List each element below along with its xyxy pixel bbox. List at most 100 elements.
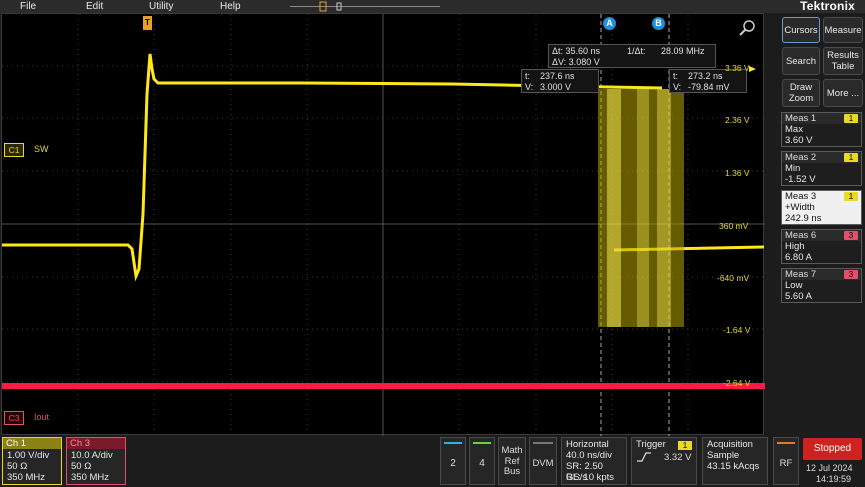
level-label: -1.64 V — [723, 325, 751, 335]
meas-source-badge: 1 — [844, 114, 858, 123]
level-label: -640 mV — [717, 273, 750, 283]
measure-button[interactable]: Measure — [823, 17, 863, 43]
cursors-button[interactable]: Cursors — [782, 17, 820, 43]
level-label: 2.36 V — [725, 115, 750, 125]
cursor-a-t-value: 237.6 ns — [540, 71, 575, 81]
trigger-source-badge: 1 — [678, 441, 692, 450]
meas-type: Min — [785, 163, 801, 174]
cursor-b-t-label: t: — [673, 71, 679, 81]
menu-utility[interactable]: Utility — [149, 0, 173, 13]
inv-delta-t-label: 1/Δt: — [627, 46, 646, 56]
math-ref-bus-button[interactable]: Math Ref Bus — [498, 437, 526, 485]
dvm-label: DVM — [532, 458, 554, 469]
cursor-a-badge[interactable]: A — [603, 17, 616, 30]
meas-value: 5.60 A — [785, 291, 812, 302]
time-display: 14:19:59 — [816, 474, 852, 484]
ch3-termination: 50 Ω — [71, 461, 92, 472]
horizontal-scale: 40.0 ns/div — [566, 450, 612, 461]
record-length: RL: 10 kpts — [566, 472, 615, 483]
acquisition-count: 43.15 kAcqs — [707, 461, 760, 472]
ch3-trace — [2, 383, 765, 389]
acquisition-badge[interactable]: Acquisition Sample 43.15 kAcqs — [702, 437, 768, 485]
cursor-a-readout: t: 237.6 ns V: 3.000 V — [521, 69, 599, 93]
meas-type: High — [785, 241, 805, 252]
delta-v-value: ΔV: 3.080 V — [552, 56, 600, 67]
meas-2-badge[interactable]: Meas 2 1 Min -1.52 V — [781, 151, 862, 186]
ch1-bandwidth: 350 MHz — [7, 472, 46, 483]
acquisition-mode: Sample — [707, 450, 740, 461]
trigger-badge[interactable]: Trigger 1 3.32 V — [631, 437, 697, 485]
ch1-badge-title: Ch 1 — [3, 438, 61, 449]
cursor-b-v-value: -79.84 mV — [688, 81, 730, 92]
level-label: 3.36 V — [725, 63, 750, 73]
ch3-ground-tag[interactable]: C3 — [4, 411, 24, 425]
meas-value: 6.80 A — [785, 252, 812, 263]
meas-7-badge[interactable]: Meas 7 3 Low 5.60 A — [781, 268, 862, 303]
horizontal-badge[interactable]: Horizontal 40.0 ns/div SR: 2.50 GS/s RL:… — [561, 437, 627, 485]
run-stop-button[interactable]: Stopped — [803, 438, 862, 460]
meas-3-badge[interactable]: Meas 3 1 +Width 242.9 ns — [781, 190, 862, 225]
ch1-termination: 50 Ω — [7, 461, 28, 472]
results-table-button[interactable]: Results Table — [823, 47, 863, 75]
ch3-badge-title: Ch 3 — [67, 438, 125, 449]
ch1-scale: 1.00 V/div — [7, 450, 50, 461]
meas-1-badge[interactable]: Meas 1 1 Max 3.60 V — [781, 112, 862, 147]
ch1-badge[interactable]: Ch 1 1.00 V/div 50 Ω 350 MHz — [2, 437, 62, 485]
level-label: -2.64 V — [723, 378, 751, 388]
dvm-button[interactable]: DVM — [529, 437, 557, 485]
meas-6-badge[interactable]: Meas 6 3 High 6.80 A — [781, 229, 862, 264]
level-label: 1.36 V — [725, 168, 750, 178]
meas-value: -1.52 V — [785, 174, 816, 185]
ch4-button[interactable]: 4 — [469, 437, 495, 485]
cursor-b-badge[interactable]: B — [652, 17, 665, 30]
cursor-b-t-value: 273.2 ns — [688, 71, 723, 81]
record-overview-icon[interactable] — [290, 0, 440, 13]
cursor-b-v-label: V: — [673, 81, 682, 92]
acquisition-title: Acquisition — [707, 439, 753, 450]
meas-title: Meas 2 — [785, 152, 817, 163]
ch3-scale: 10.0 A/div — [71, 450, 113, 461]
menu-file[interactable]: File — [20, 0, 36, 13]
trigger-level: 3.32 V — [664, 452, 692, 463]
meas-type: Max — [785, 124, 803, 135]
date-display: 12 Jul 2024 — [806, 463, 853, 473]
meas-type: Low — [785, 280, 803, 291]
meas-type: +Width — [785, 202, 815, 213]
horizontal-title: Horizontal — [566, 439, 609, 450]
meas-source-badge: 1 — [844, 153, 858, 162]
level-label: 360 mV — [719, 221, 749, 231]
more-button[interactable]: More ... — [823, 79, 863, 107]
meas-source-badge: 3 — [844, 270, 858, 279]
ch4-label: 4 — [479, 458, 485, 469]
menu-help[interactable]: Help — [220, 0, 241, 13]
trigger-position-marker[interactable]: T — [143, 16, 152, 30]
ch3-badge[interactable]: Ch 3 10.0 A/div 50 Ω 350 MHz — [66, 437, 126, 485]
waveform-display[interactable]: T A B Δt: 35.60 ns 1/Δt: 28.09 MHz ΔV: 3… — [1, 13, 765, 436]
meas-source-badge: 1 — [844, 192, 858, 201]
draw-zoom-button[interactable]: Draw Zoom — [782, 79, 820, 107]
trigger-title: Trigger — [636, 439, 666, 450]
bus-label: Bus — [503, 466, 521, 477]
ch1-ground-tag[interactable]: C1 — [4, 143, 24, 157]
ch3-bandwidth: 350 MHz — [71, 472, 110, 483]
math-label: Math — [501, 445, 523, 456]
ch1-label: SW — [34, 144, 49, 154]
cursor-a-v-label: V: — [525, 81, 534, 92]
rf-label: RF — [779, 458, 793, 469]
ch2-label: 2 — [450, 458, 456, 469]
ch3-label: Iout — [34, 412, 50, 422]
meas-title: Meas 1 — [785, 113, 817, 124]
meas-value: 3.60 V — [785, 135, 813, 146]
ch2-button[interactable]: 2 — [440, 437, 466, 485]
cursor-a-v-value: 3.000 V — [540, 81, 572, 92]
meas-value: 242.9 ns — [785, 213, 822, 224]
cursor-delta-readout: Δt: 35.60 ns 1/Δt: 28.09 MHz ΔV: 3.080 V — [548, 44, 716, 68]
rf-button[interactable]: RF — [773, 437, 799, 485]
meas-title: Meas 7 — [785, 269, 817, 280]
menu-edit[interactable]: Edit — [86, 0, 103, 13]
meas-source-badge: 3 — [844, 231, 858, 240]
search-button[interactable]: Search — [782, 47, 820, 75]
zoom-icon[interactable] — [738, 19, 756, 37]
meas-title: Meas 3 — [785, 191, 817, 202]
graticule-and-waveforms — [2, 14, 765, 436]
